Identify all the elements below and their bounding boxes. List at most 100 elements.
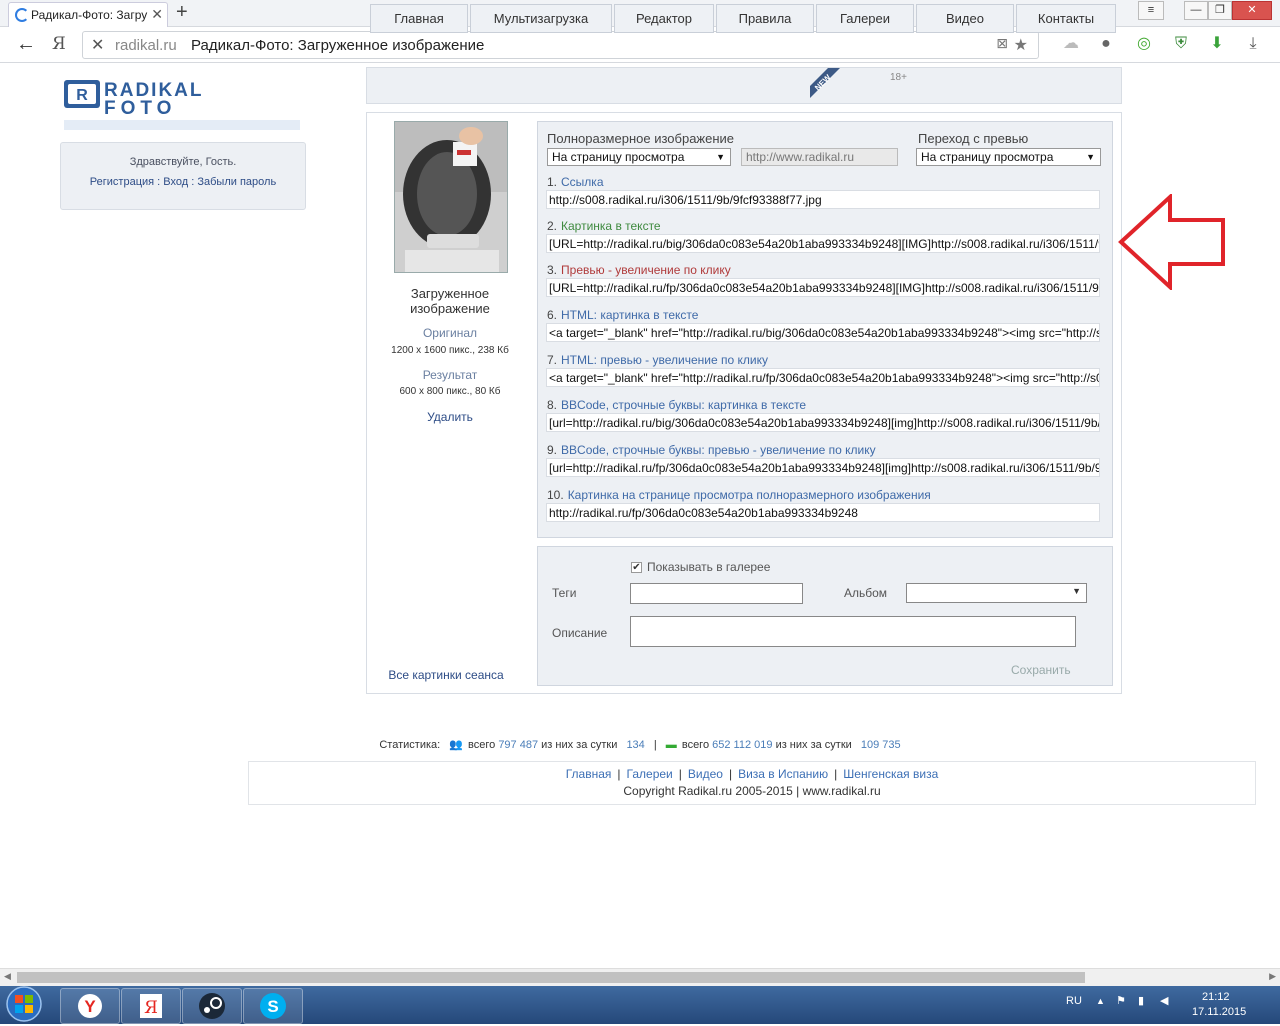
tab-close-icon[interactable]: ✕ [151,6,163,23]
language-indicator[interactable]: RU [1066,995,1082,1007]
back-arrow-icon[interactable]: ← [16,33,36,56]
all-session-images-link[interactable]: Все картинки сеанса [376,668,516,682]
taskbar-steam[interactable] [182,988,242,1024]
yandex-button[interactable]: Я [52,34,66,54]
circle-extension-icon[interactable]: ● [1095,33,1117,55]
weather-extension-icon[interactable]: ☁ [1060,33,1082,55]
windows-start-icon[interactable] [2,984,46,1024]
horizontal-scrollbar[interactable]: ◀ ▶ [0,968,1280,986]
address-domain: radikal.ru [115,37,177,54]
downloads-icon[interactable]: ⤓ [1242,33,1264,55]
preview-transition-select[interactable]: На страницу просмотра ▼ [916,148,1101,166]
site-url-field: http://www.radikal.ru [741,148,898,166]
footer-link-galleries[interactable]: Галереи [627,767,673,781]
result-label: Результат [422,368,478,382]
radikal-foto-logo[interactable]: R RADIKAL FOTO [62,76,302,136]
preview-transition-label: Переход с превью [918,131,1029,146]
clock-date[interactable]: 17.11.2015 [1192,1006,1246,1018]
login-link[interactable]: Вход [163,176,188,188]
original-size: 1200 x 1600 пикс., 238 Кб [391,345,509,356]
taskbar-skype[interactable]: S [243,988,303,1024]
full-size-select-value: На страницу просмотра [552,150,685,164]
users-day: 134 [626,739,645,751]
uploaded-image-thumbnail[interactable] [394,121,508,273]
users-total: 797 487 [498,739,539,751]
description-textarea[interactable] [630,616,1076,647]
images-total-label: всего [681,739,710,751]
steam-icon [199,993,225,1019]
copyright: Copyright Radikal.ru 2005-2015 | www.rad… [623,784,881,798]
yandex-browser-icon: Y [78,994,102,1018]
code-field[interactable]: http://s008.radikal.ru/i306/1511/9b/9fcf… [546,190,1100,209]
scrollbar-thumb[interactable] [17,972,1085,983]
nav-rules[interactable]: Правила [716,4,814,33]
album-select[interactable]: ▼ [906,583,1087,603]
nav-galleries[interactable]: Галереи [816,4,914,33]
adblock-extension-icon[interactable]: ◎ [1133,33,1155,55]
preview-select-value: На страницу просмотра [921,150,1054,164]
download-green-icon[interactable]: ⬇ [1206,33,1228,55]
shield-extension-icon[interactable]: ⛨ [1170,33,1192,55]
footer-link-schengen-visa[interactable]: Шенгенская виза [843,767,938,781]
code-label: 2. Картинка в тексте [547,219,661,233]
tags-input[interactable] [630,583,803,604]
nav-multiupload[interactable]: Мультизагрузка [470,4,612,33]
gallery-age-badge: 18+ [890,72,907,83]
new-tab-button[interactable]: + [176,1,188,24]
nav-home[interactable]: Главная [370,4,468,33]
code-field[interactable]: [url=http://radikal.ru/fp/306da0c083e54a… [546,458,1100,477]
stats-label: Статистика: [379,739,441,751]
thumbnail-caption-2: изображение [410,301,490,316]
volume-icon[interactable]: ◀ [1160,994,1168,1007]
nav-contacts[interactable]: Контакты [1016,4,1116,33]
taskbar-yandex[interactable]: Я [121,988,181,1024]
code-field[interactable]: [URL=http://radikal.ru/big/306da0c083e54… [546,234,1100,253]
stop-icon[interactable]: ✕ [91,35,104,55]
forgot-password-link[interactable]: Забыли пароль [197,176,276,188]
main-nav [366,67,1122,104]
code-label: 6. HTML: картинка в тексте [547,308,698,322]
code-number: 2. [547,219,558,233]
tray-expand-icon[interactable]: ▲ [1096,996,1105,1006]
footer-link-home[interactable]: Главная [566,767,612,781]
address-bar[interactable]: ✕ radikal.ru Радикал-Фото: Загруженное и… [82,31,1039,59]
code-number: 9. [547,443,558,457]
code-field[interactable]: <a target="_blank" href="http://radikal.… [546,323,1100,342]
nav-editor[interactable]: Редактор [614,4,714,33]
separator: : [191,176,195,188]
clock-time[interactable]: 21:12 [1202,991,1230,1003]
nav-video[interactable]: Видео [916,4,1014,33]
bookmark-star-icon[interactable]: ★ [1014,35,1028,55]
save-button[interactable]: Сохранить [1011,663,1071,677]
browser-menu-button[interactable]: ≡ [1138,1,1164,20]
code-field[interactable]: <a target="_blank" href="http://radikal.… [546,368,1100,387]
maximize-button[interactable]: ❐ [1208,1,1232,20]
code-field[interactable]: [URL=http://radikal.ru/fp/306da0c083e54a… [546,278,1100,297]
close-window-button[interactable]: ✕ [1232,1,1272,20]
scroll-right-arrow-icon[interactable]: ▶ [1269,971,1276,982]
code-number: 1. [547,175,558,189]
code-label: 1. Ссылка [547,175,604,189]
code-number: 3. [547,263,558,277]
album-label: Альбом [844,586,888,600]
full-size-select[interactable]: На страницу просмотра ▼ [547,148,731,166]
code-field[interactable]: [url=http://radikal.ru/big/306da0c083e54… [546,413,1100,432]
code-field[interactable]: http://radikal.ru/fp/306da0c083e54a20b1a… [546,503,1100,522]
code-title: BBCode, строчные буквы: картинка в текст… [561,398,807,412]
new-badge: NEW [810,68,840,98]
network-icon[interactable]: ▮ [1138,994,1144,1007]
footer-link-spain-visa[interactable]: Виза в Испанию [738,767,828,781]
footer-link-video[interactable]: Видео [688,767,723,781]
show-in-gallery-checkbox[interactable]: ✔ [631,562,642,573]
delete-link[interactable]: Удалить [380,410,520,424]
scroll-left-arrow-icon[interactable]: ◀ [4,971,11,982]
minimize-button[interactable]: — [1184,1,1208,20]
register-link[interactable]: Регистрация [90,176,154,188]
code-title: HTML: картинка в тексте [561,308,699,322]
description-label: Описание [552,626,608,640]
flag-icon[interactable]: ⚑ [1116,994,1126,1007]
taskbar-yandex-browser[interactable]: Y [60,988,120,1024]
guest-box: Здравствуйте, Гость. Регистрация : Вход … [60,142,306,210]
blocked-content-icon[interactable]: ⊠ [996,35,1008,52]
browser-tab[interactable]: Радикал-Фото: Загру ✕ [8,2,168,27]
